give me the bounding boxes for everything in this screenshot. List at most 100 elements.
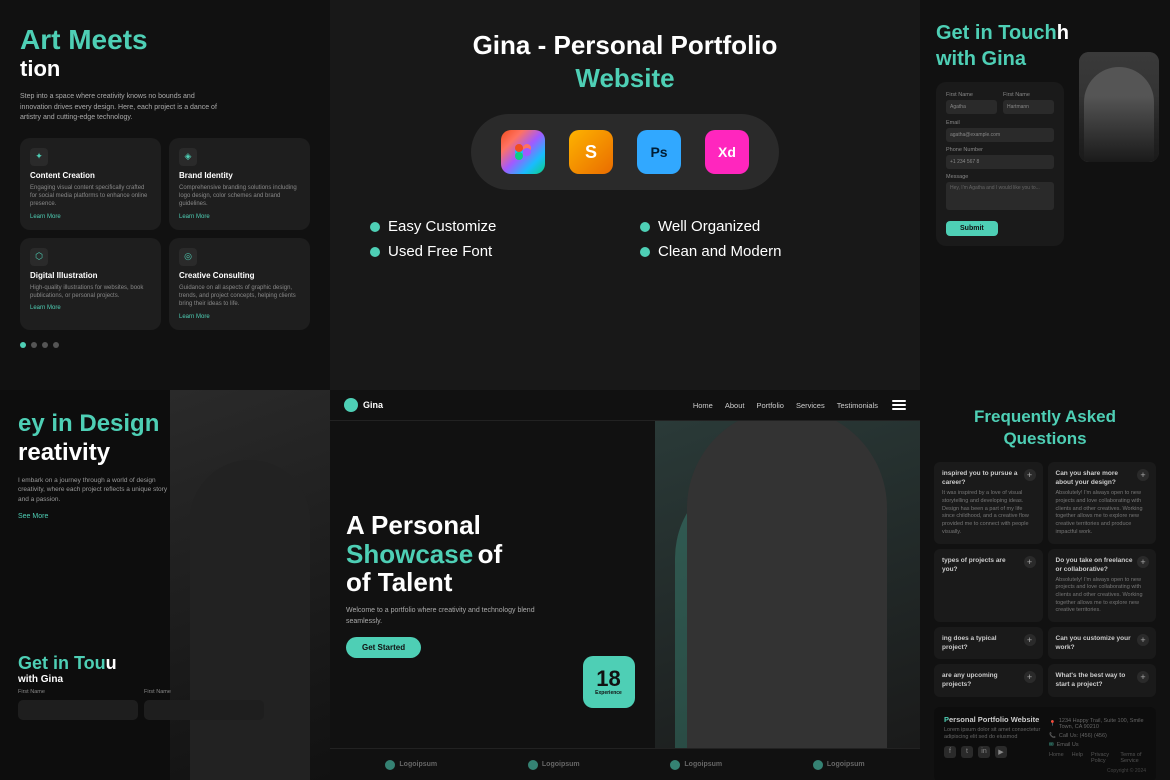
nav-links[interactable]: Home About Portfolio Services Testimonials [693,401,878,410]
top-right-cell: Get in Touchh with Gina First Name Agath… [920,0,1170,390]
faq-answer: Absolutely! I'm always open to new proje… [1056,490,1149,536]
footer-nav-link[interactable]: Terms of Service [1120,752,1146,764]
footer-nav-link[interactable]: Privacy Policy [1091,752,1112,764]
feature-item: Well Organized [640,218,880,235]
youtube-icon[interactable]: ▶ [995,746,1007,758]
person-image-bl [170,390,330,780]
service-link[interactable]: Learn More [179,314,300,320]
bottom-left-cell: ey in Design reativity I embark on a jou… [0,390,330,780]
exp-label: Experience [595,690,622,696]
faq-expand-button[interactable]: + [1024,556,1036,568]
footer-brand: Personal Portfolio Website [944,715,1041,724]
faq-grid: inspired you to pursue a career? It was … [934,462,1156,696]
twitter-icon[interactable]: t [961,746,973,758]
logo-icon [528,760,538,770]
footer-nav-links: Home Help Privacy Policy Terms of Service [1049,752,1146,764]
service-title: Creative Consulting [179,271,300,280]
contact-title-plain: Get in [936,22,998,44]
faq-item: What's the best way to start a project? … [1048,664,1157,696]
hero-subtitle: Step into a space where creativity knows… [20,92,220,124]
feature-item: Clean and Modern [640,243,880,260]
service-link[interactable]: Learn More [30,214,151,220]
hero-title-line2: Showcase of [346,540,639,569]
logo-icon [813,760,823,770]
dot-2[interactable] [31,342,37,348]
dot-3[interactable] [42,342,48,348]
faq-item: inspired you to pursue a career? It was … [934,462,1043,543]
nav-link[interactable]: Services [796,401,825,410]
faq-question: Can you customize your work? [1056,634,1149,652]
faq-expand-button[interactable]: + [1137,556,1149,568]
hero-of: of [478,539,503,569]
nav-brand: Gina [363,400,383,410]
footer-nav-link[interactable]: Home [1049,752,1064,764]
carousel-dots [20,342,310,348]
submit-button[interactable]: Submit [946,221,998,236]
faq-question: ing does a typical project? [942,634,1035,652]
faq-expand-button[interactable]: + [1024,634,1036,646]
contact-small: Get in Touu with Gina First Name First N… [18,653,264,720]
features-list: Easy Customize Well Organized Used Free … [370,218,880,260]
service-title: Brand Identity [179,171,300,180]
photoshop-icon: Ps [637,130,681,174]
exp-number: 18 [596,668,620,690]
nav-link[interactable]: About [725,401,745,410]
facebook-icon[interactable]: f [944,746,956,758]
form-fn-label: First Name [18,689,138,695]
logo-strip-item: Logoipsum [385,760,437,770]
logo-icon [385,760,395,770]
first-name-label: First Name [946,92,997,98]
last-name-label: First Name [1003,92,1054,98]
faq-title-line2: Questions [1003,429,1086,448]
portrait-image [1079,52,1159,162]
faq-answer: It was inspired by a love of visual stor… [942,490,1035,536]
linkedin-icon[interactable]: in [978,746,990,758]
footer-nav-link[interactable]: Help [1072,752,1083,764]
service-link[interactable]: Learn More [30,305,151,311]
main-subtitle: Website [575,63,674,94]
hero-art-plain: Art [20,24,68,55]
faq-item: are any upcoming projects? + [934,664,1043,696]
hero-art-accent: Meets [68,24,147,55]
faq-expand-button[interactable]: + [1024,671,1036,683]
feature-label: Clean and Modern [658,243,781,260]
feature-dot [370,247,380,257]
logo-name: Logoipsum [399,761,437,768]
form-ln-label: First Name [144,689,264,695]
logo-name: Logoipsum [684,761,722,768]
hero-cta-button[interactable]: Get Started [346,637,421,658]
logo-strip-item: Logoipsum [528,760,580,770]
dot-4[interactable] [53,342,59,348]
nav-link[interactable]: Portfolio [756,401,784,410]
service-title: Content Creation [30,171,151,180]
faq-item: types of projects are you? + [934,549,1043,623]
faq-expand-button[interactable]: + [1024,469,1036,481]
footer-desc: Lorem ipsum dolor sit amet consectetur a… [944,727,1041,742]
faq-answer: Absolutely! I'm always open to new proje… [1056,577,1149,615]
mini-nav: Gina Home About Portfolio Services Testimoni… [330,390,920,421]
hero-person-shape [687,421,887,748]
bottom-center-cell: Gina Home About Portfolio Services Testimoni… [330,390,920,780]
hamburger-icon[interactable] [892,400,906,410]
hero-image-area [655,421,921,748]
key-plain: ey in [18,410,79,437]
hero-line2: tion [20,56,310,82]
service-card: ◎ Creative Consulting Guidance on all as… [169,238,310,330]
feature-item: Used Free Font [370,243,610,260]
logo-icon [670,760,680,770]
service-icon: ◎ [179,248,197,266]
footer-location: 📍 1234 Happy Trail, Suite 100, Smile Tow… [1049,718,1146,730]
faq-question: Can you share more about your design? [1056,469,1149,487]
hero-line1: Art Meets [20,24,310,56]
tools-pill: S Ps Xd [471,114,779,190]
dot-1[interactable] [20,342,26,348]
service-card: ⬡ Digital Illustration High-quality illu… [20,238,161,330]
contact-title-line2: with Gina [936,48,1026,70]
logo-strip-item: Logoipsum [813,760,865,770]
service-link[interactable]: Learn More [179,214,300,220]
hero-desc: Welcome to a portfolio where creativity … [346,605,546,627]
hero-text: Art Meets tion [20,24,310,82]
nav-link[interactable]: Testimonials [837,401,878,410]
nav-link[interactable]: Home [693,401,713,410]
top-left-cell: Art Meets tion Step into a space where c… [0,0,330,390]
